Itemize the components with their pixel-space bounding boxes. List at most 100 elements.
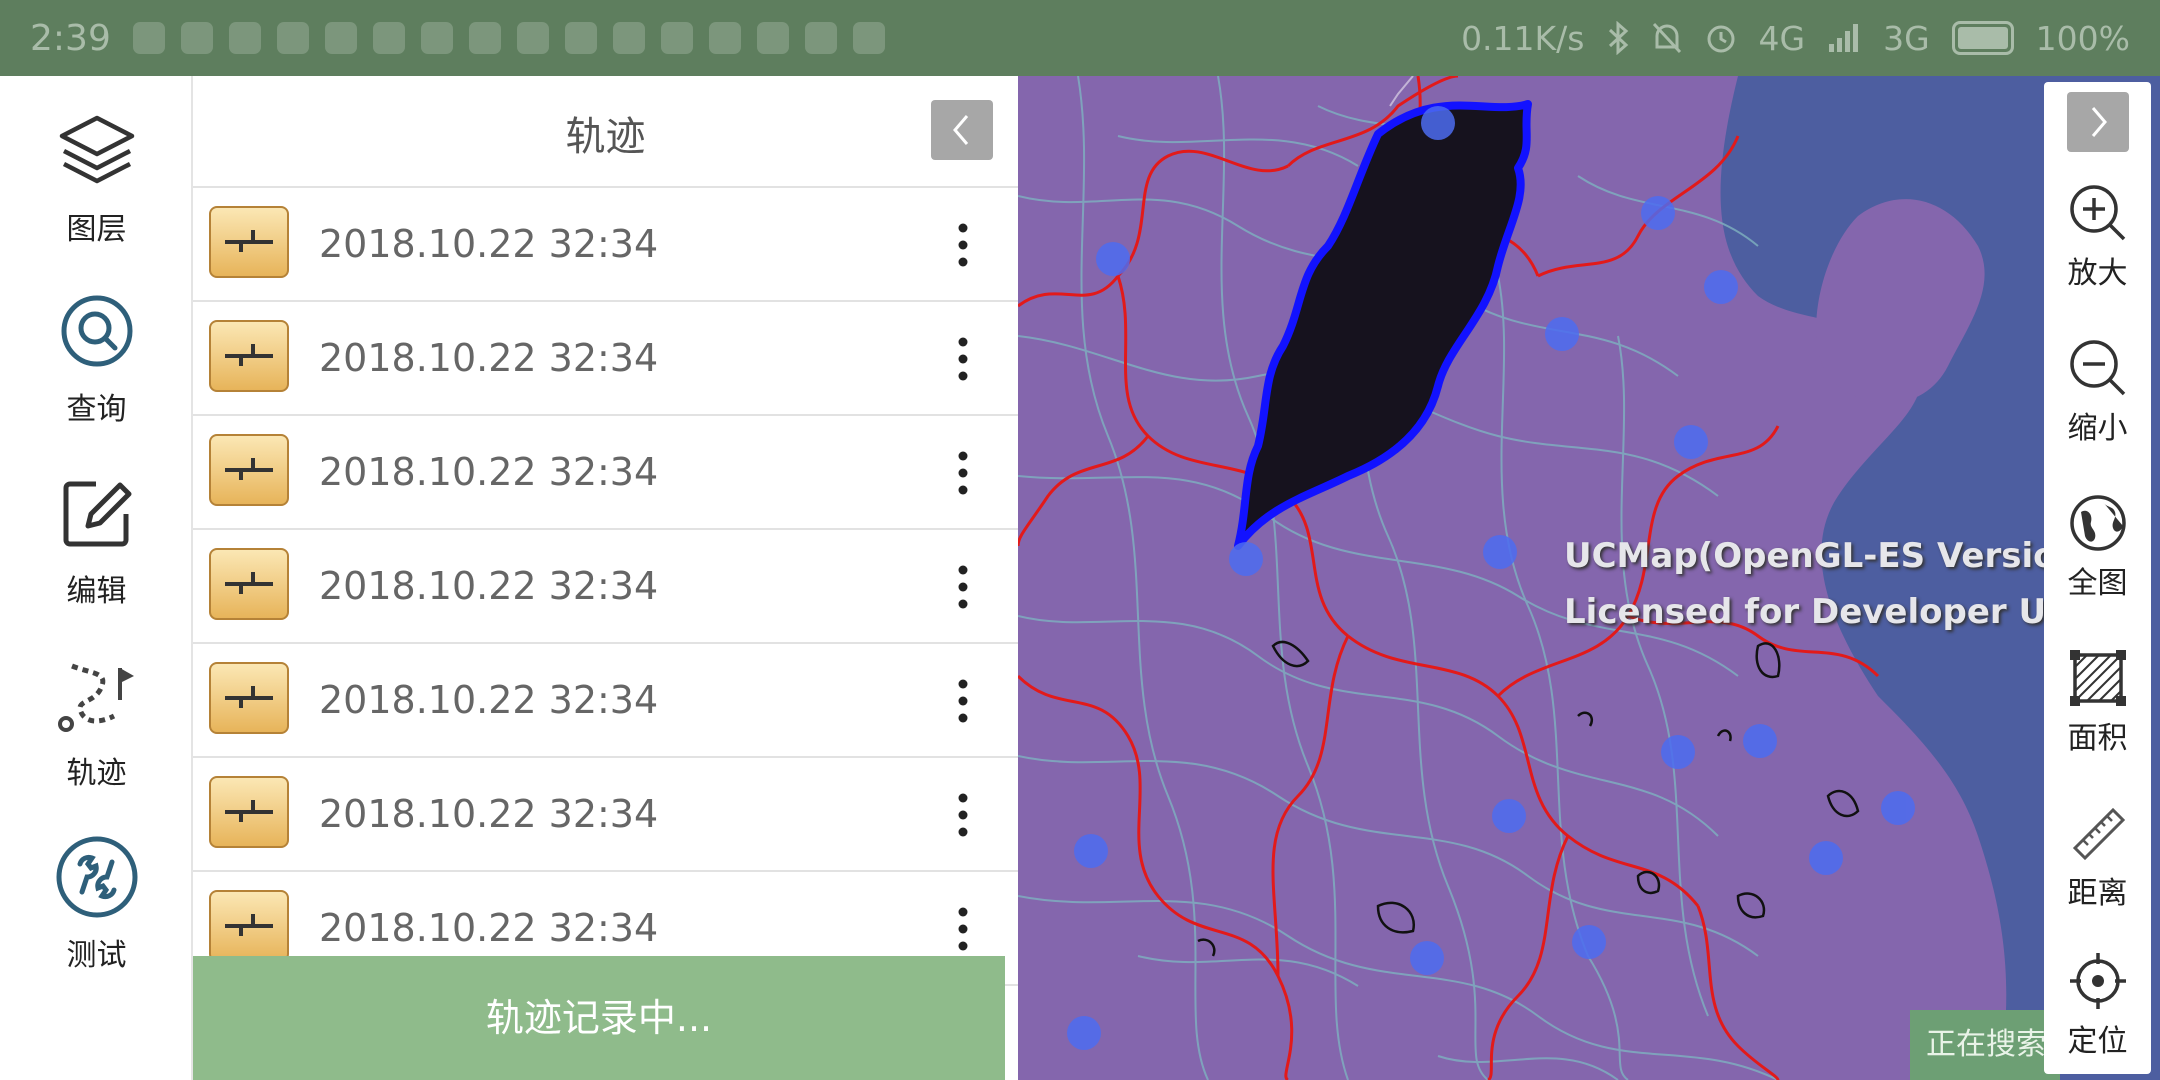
more-vert-icon[interactable] xyxy=(945,674,981,728)
battery-fill xyxy=(1957,27,2008,49)
mute-bell-icon xyxy=(1652,22,1681,54)
wrench-icon xyxy=(56,836,137,918)
track-file-icon xyxy=(209,320,289,392)
toolbar-item-test[interactable]: 测试 xyxy=(0,832,193,974)
track-panel: 轨迹 2018.10.22 32:34 2018.10.22 32:34 201… xyxy=(193,76,1018,1080)
battery-percent: 100% xyxy=(2035,18,2130,58)
searching-toast: 正在搜索 xyxy=(1910,1010,2060,1080)
toolbar-label: 全图 xyxy=(2067,566,2128,601)
measure-distance-button[interactable]: 距离 xyxy=(2044,802,2151,912)
right-toolbar: 放大 缩小 全图 面积 距离 定位 xyxy=(2044,82,2151,1074)
panel-header: 轨迹 xyxy=(193,76,1018,188)
expand-panel-button[interactable] xyxy=(2067,92,2129,152)
notification-icon xyxy=(756,22,789,54)
toolbar-label: 编辑 xyxy=(66,574,127,609)
full-extent-button[interactable]: 全图 xyxy=(2044,492,2151,602)
track-file-icon xyxy=(209,434,289,506)
notification-icon xyxy=(132,22,165,54)
track-file-icon xyxy=(209,776,289,848)
notification-icon xyxy=(468,22,501,54)
status-time: 2:39 xyxy=(30,17,111,59)
notification-icon xyxy=(276,22,309,54)
toolbar-item-query[interactable]: 查询 xyxy=(0,286,193,428)
toolbar-label: 查询 xyxy=(66,392,127,427)
locate-button[interactable]: 定位 xyxy=(2044,950,2151,1060)
track-timestamp: 2018.10.22 32:34 xyxy=(319,792,659,836)
toolbar-item-layers[interactable]: 图层 xyxy=(0,106,193,248)
track-timestamp: 2018.10.22 32:34 xyxy=(319,450,659,494)
track-file-icon xyxy=(209,206,289,278)
watermark-line: UCMap(OpenGL-ES Version) xyxy=(1564,536,2097,576)
track-row[interactable]: 2018.10.22 32:34 xyxy=(193,188,1018,302)
map-watermark: UCMap(OpenGL-ES Version) Licensed for De… xyxy=(1564,528,2096,640)
panel-title: 轨迹 xyxy=(565,114,646,160)
notification-icons xyxy=(132,22,885,54)
track-timestamp: 2018.10.22 32:34 xyxy=(319,906,659,950)
globe-icon xyxy=(2069,495,2126,551)
collapse-panel-button[interactable] xyxy=(931,100,993,160)
notification-icon xyxy=(372,22,405,54)
notification-icon xyxy=(708,22,741,54)
battery-icon xyxy=(1951,21,2014,55)
track-icon xyxy=(57,663,134,732)
track-list[interactable]: 2018.10.22 32:34 2018.10.22 32:34 2018.1… xyxy=(193,188,1018,1032)
toolbar-label: 缩小 xyxy=(2067,411,2128,446)
more-vert-icon[interactable] xyxy=(945,332,981,386)
notification-icon xyxy=(612,22,645,54)
notification-icon xyxy=(516,22,549,54)
watermark-line: Licensed for Developer Use xyxy=(1564,592,2090,632)
more-vert-icon[interactable] xyxy=(945,446,981,500)
measure-area-button[interactable]: 面积 xyxy=(2044,647,2151,757)
more-vert-icon[interactable] xyxy=(945,788,981,842)
map-view[interactable]: UCMap(OpenGL-ES Version) Licensed for De… xyxy=(1018,76,2160,1080)
alarm-icon xyxy=(1707,25,1734,53)
toolbar-label: 面积 xyxy=(2067,721,2128,756)
search-icon xyxy=(61,295,132,367)
toolbar-label: 测试 xyxy=(66,938,127,973)
notification-icon xyxy=(420,22,453,54)
ruler-icon xyxy=(2072,807,2125,861)
track-row[interactable]: 2018.10.22 32:34 xyxy=(193,758,1018,872)
bluetooth-icon xyxy=(1608,21,1628,55)
status-bar: 2:39 0.11K/s 4G 3G 100% xyxy=(0,0,2160,76)
notification-icon xyxy=(180,22,213,54)
track-row[interactable]: 2018.10.22 32:34 xyxy=(193,530,1018,644)
notification-icon xyxy=(324,22,357,54)
status-right: 0.11K/s 4G 3G 100% xyxy=(1461,19,2130,58)
zoom-out-button[interactable]: 缩小 xyxy=(2044,337,2151,447)
area-icon xyxy=(2069,650,2126,706)
more-vert-icon[interactable] xyxy=(945,902,981,956)
track-file-icon xyxy=(209,548,289,620)
more-vert-icon[interactable] xyxy=(945,218,981,272)
signal-3g: 3G xyxy=(1883,18,1930,58)
chevron-right-icon xyxy=(2091,107,2107,137)
notification-icon xyxy=(564,22,597,54)
net-speed: 0.11K/s xyxy=(1461,18,1585,58)
track-row[interactable]: 2018.10.22 32:34 xyxy=(193,302,1018,416)
track-row[interactable]: 2018.10.22 32:34 xyxy=(193,416,1018,530)
chevron-left-icon xyxy=(953,115,969,145)
edit-icon xyxy=(63,481,131,547)
toolbar-label: 轨迹 xyxy=(66,756,127,791)
zoom-in-button[interactable]: 放大 xyxy=(2044,182,2151,292)
toolbar-item-edit[interactable]: 编辑 xyxy=(0,468,193,610)
toolbar-label: 距离 xyxy=(2067,876,2128,911)
track-timestamp: 2018.10.22 32:34 xyxy=(319,222,659,266)
track-file-icon xyxy=(209,890,289,962)
toolbar-item-track[interactable]: 轨迹 xyxy=(0,650,193,792)
notification-icon xyxy=(660,22,693,54)
more-vert-icon[interactable] xyxy=(945,560,981,614)
track-row[interactable]: 2018.10.22 32:34 xyxy=(193,644,1018,758)
notification-icon xyxy=(804,22,837,54)
signal-4g: 4G xyxy=(1758,18,1806,58)
track-timestamp: 2018.10.22 32:34 xyxy=(319,336,659,380)
track-timestamp: 2018.10.22 32:34 xyxy=(319,564,659,608)
locate-icon xyxy=(2069,953,2126,1009)
zoom-out-icon xyxy=(2069,340,2125,396)
toolbar-label: 放大 xyxy=(2067,256,2128,291)
track-file-icon xyxy=(209,662,289,734)
left-toolbar: 图层 查询 编辑 轨迹 测试 xyxy=(0,76,193,1080)
recording-status-button[interactable]: 轨迹记录中... xyxy=(193,956,1005,1080)
notification-icon xyxy=(852,22,885,54)
layers-icon xyxy=(59,115,134,184)
